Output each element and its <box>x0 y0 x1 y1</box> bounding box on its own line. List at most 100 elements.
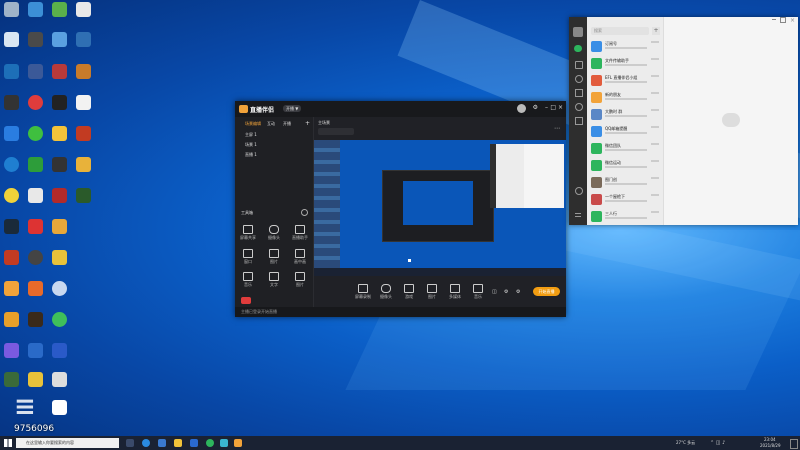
start-live-button[interactable]: 开始直播 <box>533 287 560 296</box>
menu-icon[interactable] <box>575 213 581 217</box>
desktop-icon[interactable] <box>26 2 44 17</box>
desktop-icon[interactable] <box>2 281 20 296</box>
weather-text[interactable]: 27°C 多云 <box>676 440 695 446</box>
preview-tool-game[interactable]: 游戏 <box>400 284 418 300</box>
close-icon[interactable]: × <box>790 17 795 24</box>
scene-item[interactable]: 主屏 1 <box>245 132 257 138</box>
settings-icon[interactable]: ⚙ <box>533 104 538 111</box>
wechat-taskbar-icon[interactable] <box>206 439 214 447</box>
close-icon[interactable]: × <box>558 104 563 111</box>
preview-tool-image[interactable]: 图片 <box>423 284 441 300</box>
desktop-icon[interactable] <box>2 2 20 17</box>
miniprogram-icon[interactable] <box>575 117 583 125</box>
edge-icon[interactable] <box>142 439 150 447</box>
desktop-icon[interactable] <box>2 126 20 141</box>
desktop-icon[interactable] <box>50 188 68 203</box>
chat-list-item[interactable]: 图门创 <box>589 175 661 191</box>
desktop-icon[interactable] <box>2 188 20 203</box>
desktop-icon[interactable] <box>26 32 44 47</box>
contacts-icon[interactable] <box>575 61 583 69</box>
desktop-icon[interactable] <box>50 312 68 327</box>
tab-scene-edit[interactable]: 场景编辑 <box>245 121 261 127</box>
minimize-icon[interactable]: – <box>545 104 548 111</box>
notification-icon[interactable] <box>790 439 798 449</box>
app-taskbar-icon[interactable] <box>220 439 228 447</box>
preview-tool-music[interactable]: 音乐 <box>469 284 487 300</box>
clock-date[interactable]: 2021/8/29 <box>760 443 781 448</box>
tool-camera[interactable]: 摄像头 <box>265 225 283 241</box>
desktop-icon[interactable] <box>74 32 92 47</box>
tray-icons[interactable]: ⌃ ◫ ♪ <box>710 440 725 446</box>
desktop-icon[interactable] <box>26 219 44 234</box>
preview-tool-media[interactable]: 多媒体 <box>446 284 464 300</box>
chat-list-item[interactable]: EFL 直播伴侣小组 <box>589 73 661 89</box>
desktop-icon[interactable] <box>26 372 44 387</box>
desktop-icon[interactable] <box>2 372 20 387</box>
tab-live[interactable]: 开播 <box>283 121 291 127</box>
wechat-search-input[interactable]: 搜索 <box>591 27 649 35</box>
desktop-icon[interactable] <box>50 219 68 234</box>
chat-list-item[interactable]: 大鹏时 群 <box>589 107 661 123</box>
clock-time[interactable]: 23:04 <box>764 437 776 442</box>
desktop-icon[interactable] <box>26 312 44 327</box>
preview-tool-camera[interactable]: 摄像头 <box>377 284 395 300</box>
more-icon[interactable]: ⋯ <box>554 125 560 132</box>
desktop-icon[interactable] <box>50 64 68 79</box>
desktop-icon[interactable] <box>74 188 92 203</box>
tool-image[interactable]: 图片 <box>265 249 283 265</box>
settings-icon[interactable]: ⚙ <box>516 289 520 295</box>
taskbar-search-input[interactable]: 在这里输入你要搜索的内容 <box>16 438 119 448</box>
desktop-icon[interactable] <box>26 281 44 296</box>
chat-icon[interactable] <box>574 45 582 52</box>
live-icon[interactable] <box>241 297 251 304</box>
scene-item[interactable]: 场景 1 <box>245 142 257 148</box>
chat-list-item[interactable]: 文件传输助手 <box>589 56 661 72</box>
preview-tool-record[interactable]: 屏幕录制 <box>354 284 372 300</box>
desktop-icon[interactable] <box>74 126 92 141</box>
folder-icon[interactable] <box>174 439 182 447</box>
desktop-icon[interactable] <box>26 188 44 203</box>
desktop-icon[interactable] <box>2 219 20 234</box>
desktop-icon[interactable] <box>50 95 68 110</box>
stream-app-taskbar-icon[interactable] <box>234 439 242 447</box>
desktop-icon[interactable] <box>50 281 68 296</box>
tool-screen-share[interactable]: 屏幕共享 <box>239 225 257 241</box>
desktop-icon[interactable] <box>2 343 20 358</box>
desktop-icon[interactable] <box>50 2 68 17</box>
tool-assistant[interactable]: 直播助手 <box>291 225 309 241</box>
desktop-icon[interactable] <box>50 126 68 141</box>
desktop-icon[interactable] <box>2 95 20 110</box>
folder-icon[interactable] <box>575 89 583 97</box>
maximize-icon[interactable] <box>780 17 786 23</box>
toolbox-settings-icon[interactable] <box>301 209 308 216</box>
chat-list-item[interactable]: 微信运动 <box>589 158 661 174</box>
volume-icon[interactable]: ◫ <box>492 289 497 295</box>
minimize-icon[interactable] <box>772 19 776 20</box>
scene-label[interactable]: 主场景 <box>318 120 330 126</box>
settings-icon[interactable]: ⚙ <box>504 289 508 295</box>
desktop-icon[interactable] <box>74 2 92 17</box>
chat-list-item[interactable]: 三人行 <box>589 209 661 225</box>
chat-list-item[interactable]: 订阅号 <box>589 39 661 55</box>
maximize-icon[interactable]: □ <box>550 104 556 111</box>
desktop-icon[interactable] <box>2 64 20 79</box>
moments-icon[interactable] <box>575 103 583 111</box>
avatar[interactable] <box>573 27 583 37</box>
chat-list-item[interactable]: 微信团队 <box>589 141 661 157</box>
desktop-icon[interactable] <box>50 372 68 387</box>
desktop-icon[interactable] <box>74 95 92 110</box>
tool-text[interactable]: 文字 <box>265 272 283 288</box>
favorites-icon[interactable] <box>575 75 583 83</box>
phone-icon[interactable] <box>575 187 583 195</box>
tool-picture[interactable]: 图片 <box>291 272 309 288</box>
desktop-icon[interactable] <box>26 157 44 172</box>
desktop-icon[interactable] <box>26 343 44 358</box>
tool-pip[interactable]: 画中画 <box>291 249 309 265</box>
desktop-icon[interactable] <box>50 343 68 358</box>
explorer-icon[interactable] <box>158 439 166 447</box>
chat-list-item[interactable]: QQ邮箱提醒 <box>589 124 661 140</box>
desktop-icon[interactable] <box>50 157 68 172</box>
scene-tab[interactable] <box>318 128 354 135</box>
add-scene-icon[interactable]: + <box>305 120 310 127</box>
desktop-icon[interactable] <box>2 157 20 172</box>
